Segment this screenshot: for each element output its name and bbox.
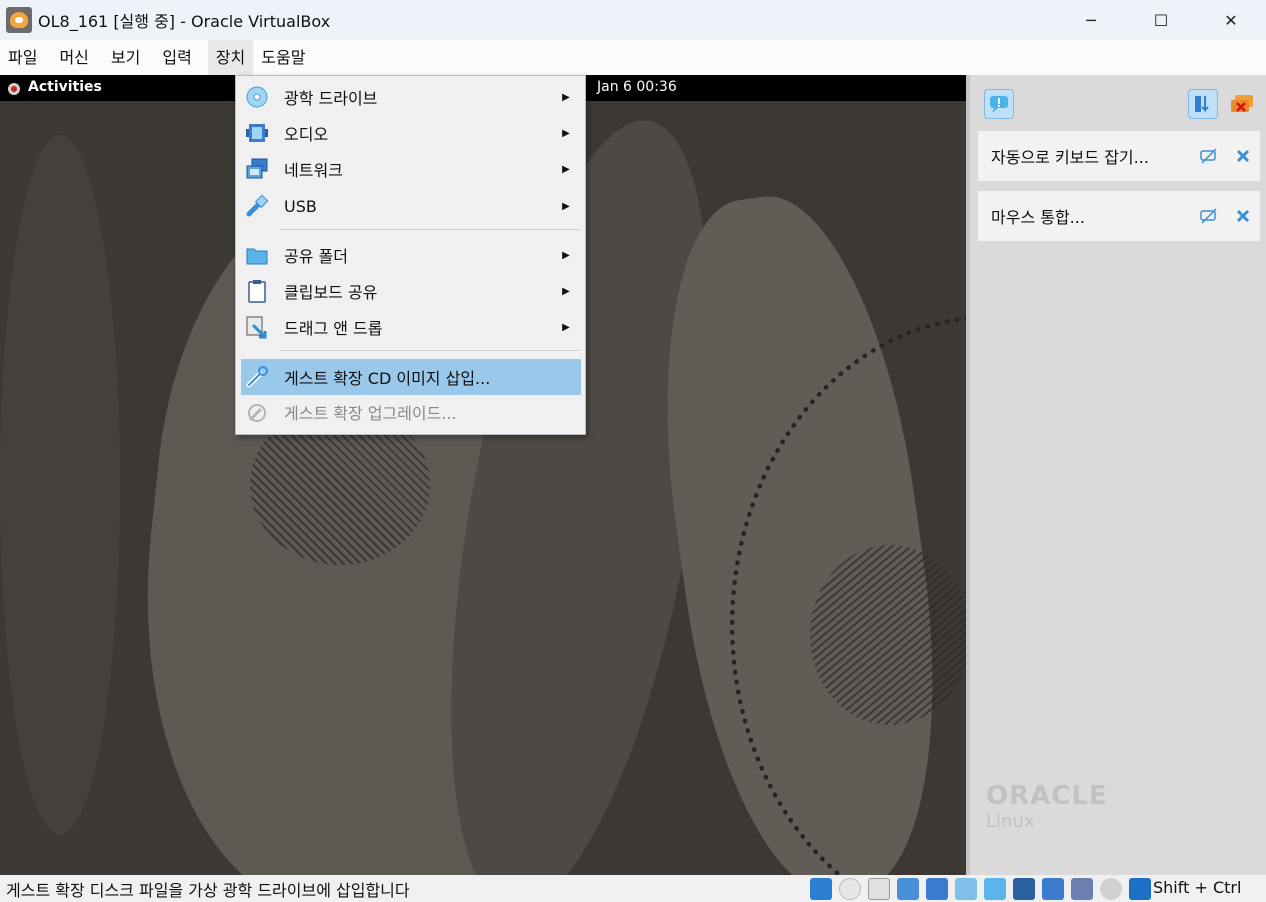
menu-item-label: 드래그 앤 드롭 [284,319,383,338]
maximize-button[interactable]: ☐ [1126,0,1196,40]
menu-item-label: 오디오 [284,125,329,144]
submenu-arrow-icon: ▶ [562,285,570,297]
status-bar: 게스트 확장 디스크 파일을 가상 광학 드라이브에 삽입합니다 Shift +… [0,875,1266,902]
close-notification-icon[interactable] [1226,201,1260,231]
audio-icon[interactable] [897,878,919,900]
oracle-linux-logo: ORACLE Linux [986,781,1108,832]
menu-item-network[interactable]: 네트워크 ▶ [241,151,581,187]
title-bar: OL8_161 [실행 중] - Oracle VirtualBox ─ ☐ ✕ [0,0,1266,40]
menu-item-clipboard[interactable]: 클립보드 공유 ▶ [241,273,581,309]
usb-icon [244,193,270,219]
notification-text: 마우스 통합... [991,208,1085,227]
submenu-arrow-icon: ▶ [562,200,570,212]
do-not-show-icon[interactable] [1192,141,1226,171]
message-icon[interactable] [984,89,1014,119]
guest-additions-icon [244,364,270,390]
keyboard-capture-icon[interactable] [1129,878,1151,900]
menu-input[interactable]: 입력 [162,40,203,75]
linux-logo-text: Linux [986,811,1035,832]
menu-item-label: USB [284,196,317,216]
menu-bar: 파일 머신 보기 입력 장치 도움말 [0,40,1266,75]
notification-center: 자동으로 키보드 잡기... 마우스 통합... ORACLE Linux [966,75,1266,875]
oracle-logo-text: ORACLE [986,781,1108,811]
menu-item-label: 게스트 확장 업그레이드... [284,404,457,423]
menu-devices[interactable]: 장치 [207,40,254,75]
notification-text: 자동으로 키보드 잡기... [991,148,1149,167]
optical-disc-icon [244,84,270,110]
menu-item-insert-guest-additions[interactable]: 게스트 확장 CD 이미지 삽입... [241,359,581,395]
dismiss-all-icon[interactable] [1228,89,1258,119]
menu-item-label: 광학 드라이브 [284,89,378,108]
submenu-arrow-icon: ▶ [562,249,570,261]
menu-item-audio[interactable]: 오디오 ▶ [241,115,581,151]
vm-display[interactable]: Activities Jan 6 00:36 자동으로 키보드 잡기... 마우… [0,75,1266,875]
menu-separator [280,229,580,230]
menu-machine[interactable]: 머신 [59,40,100,75]
menu-item-label: 클립보드 공유 [284,283,378,302]
menu-file[interactable]: 파일 [8,40,49,75]
drag-drop-icon [244,314,270,340]
hard-disk-icon[interactable] [810,878,832,900]
gnome-foot-icon [8,83,20,95]
window-title: OL8_161 [실행 중] - Oracle VirtualBox [38,12,331,31]
devices-menu: 광학 드라이브 ▶ 오디오 ▶ 네트워크 ▶ USB ▶ 공유 폴더 ▶ 클립보 [235,75,586,435]
menu-separator [280,350,580,351]
network-icon[interactable] [926,878,948,900]
virtualbox-app-icon [6,7,32,33]
video-capture-icon[interactable] [1042,878,1064,900]
notification-card[interactable]: 마우스 통합... [978,191,1260,241]
do-not-show-icon[interactable] [1192,201,1226,231]
sort-icon[interactable] [1188,89,1218,119]
close-notification-icon[interactable] [1226,141,1260,171]
shared-folder-icon[interactable] [984,878,1006,900]
clock[interactable]: Jan 6 00:36 [597,79,677,95]
audio-icon [244,120,270,146]
minimize-button[interactable]: ─ [1056,0,1126,40]
usb-icon[interactable] [955,878,977,900]
mouse-integration-icon[interactable] [1100,878,1122,900]
menu-item-label: 네트워크 [284,161,343,180]
menu-item-label: 게스트 확장 CD 이미지 삽입... [284,369,491,388]
menu-item-drag-and-drop[interactable]: 드래그 앤 드롭 ▶ [241,309,581,345]
status-message: 게스트 확장 디스크 파일을 가상 광학 드라이브에 삽입합니다 [6,880,410,900]
notification-card[interactable]: 자동으로 키보드 잡기... [978,131,1260,181]
guest-upgrade-icon [244,399,270,425]
menu-item-shared-folders[interactable]: 공유 폴더 ▶ [241,237,581,273]
virtualization-icon[interactable] [1071,878,1093,900]
network-icon [244,156,270,182]
optical-disc-icon[interactable] [839,878,861,900]
shared-folder-icon [244,242,270,268]
submenu-arrow-icon: ▶ [562,127,570,139]
activities-button[interactable]: Activities [28,79,102,95]
wallpaper-shape [0,135,120,835]
menu-item-upgrade-guest-additions: 게스트 확장 업그레이드... [241,394,581,430]
menu-help[interactable]: 도움말 [261,40,317,75]
submenu-arrow-icon: ▶ [562,321,570,333]
submenu-arrow-icon: ▶ [562,163,570,175]
submenu-arrow-icon: ▶ [562,91,570,103]
clipboard-icon [244,278,270,304]
status-indicators [810,878,1158,900]
menu-item-label: 공유 폴더 [284,247,348,266]
menu-item-usb[interactable]: USB ▶ [241,188,581,224]
display-icon[interactable] [1013,878,1035,900]
host-key-label[interactable]: Shift + Ctrl [1153,878,1241,897]
menu-item-optical-drive[interactable]: 광학 드라이브 ▶ [241,79,581,115]
floppy-icon[interactable] [868,878,890,900]
notification-panel-header [970,75,1266,127]
close-button[interactable]: ✕ [1196,0,1266,40]
menu-view[interactable]: 보기 [111,40,152,75]
